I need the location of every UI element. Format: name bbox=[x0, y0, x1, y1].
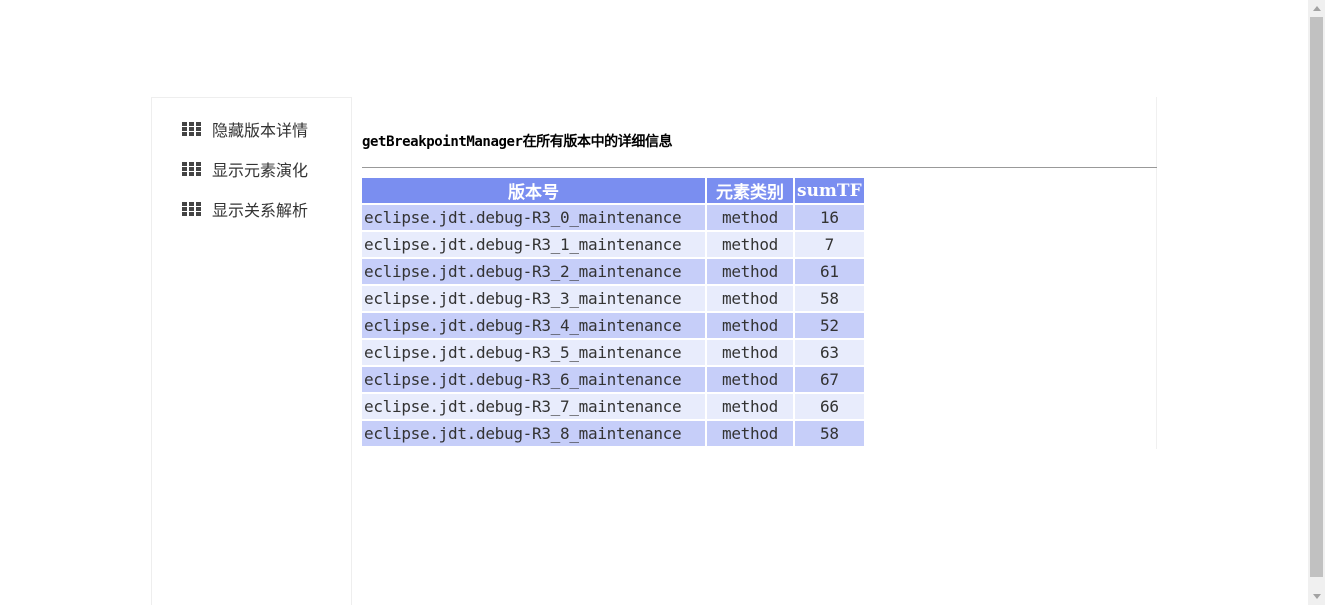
version-cell: eclipse.jdt.debug-R3_2_maintenance bbox=[362, 259, 705, 284]
table-row: eclipse.jdt.debug-R3_0_maintenance metho… bbox=[362, 205, 864, 230]
sumtf-cell: 58 bbox=[795, 421, 864, 446]
element-type-cell: method bbox=[707, 259, 793, 284]
element-type-cell: method bbox=[707, 340, 793, 365]
version-cell: eclipse.jdt.debug-R3_7_maintenance bbox=[362, 394, 705, 419]
page-title: getBreakpointManager在所有版本中的详细信息 bbox=[362, 134, 673, 150]
vertical-scrollbar[interactable] bbox=[1308, 0, 1325, 605]
menu-item-label: 显示关系解析 bbox=[212, 201, 309, 220]
divider bbox=[362, 167, 1157, 168]
element-type-cell: method bbox=[707, 205, 793, 230]
menu-item-label: 隐藏版本详情 bbox=[212, 121, 309, 140]
sumtf-cell: 58 bbox=[795, 286, 864, 311]
menu-item-show-relation-analysis[interactable]: 显示关系解析 bbox=[182, 197, 308, 221]
sumtf-cell: 67 bbox=[795, 367, 864, 392]
table-row: eclipse.jdt.debug-R3_3_maintenance metho… bbox=[362, 286, 864, 311]
grid-icon bbox=[182, 162, 201, 176]
element-type-cell: method bbox=[707, 232, 793, 257]
table-row: eclipse.jdt.debug-R3_8_maintenance metho… bbox=[362, 421, 864, 446]
table-row: eclipse.jdt.debug-R3_4_maintenance metho… bbox=[362, 313, 864, 338]
sumtf-cell: 7 bbox=[795, 232, 864, 257]
version-details-table: 版本号 元素类别 sumTF eclipse.jdt.debug-R3_0_ma… bbox=[360, 176, 866, 448]
scroll-thumb[interactable] bbox=[1310, 17, 1323, 577]
table-row: eclipse.jdt.debug-R3_6_maintenance metho… bbox=[362, 367, 864, 392]
table-header-row: 版本号 元素类别 sumTF bbox=[362, 178, 864, 203]
sumtf-cell: 16 bbox=[795, 205, 864, 230]
version-cell: eclipse.jdt.debug-R3_1_maintenance bbox=[362, 232, 705, 257]
element-type-cell: method bbox=[707, 286, 793, 311]
element-type-cell: method bbox=[707, 421, 793, 446]
sumtf-cell: 66 bbox=[795, 394, 864, 419]
menu-item-label: 显示元素演化 bbox=[212, 161, 309, 180]
table-row: eclipse.jdt.debug-R3_5_maintenance metho… bbox=[362, 340, 864, 365]
version-cell: eclipse.jdt.debug-R3_3_maintenance bbox=[362, 286, 705, 311]
scroll-down-arrow-icon[interactable] bbox=[1308, 588, 1325, 605]
sidebar: 隐藏版本详情 显示元素演化 显示关系解析 bbox=[151, 97, 352, 605]
version-cell: eclipse.jdt.debug-R3_4_maintenance bbox=[362, 313, 705, 338]
sumtf-cell: 52 bbox=[795, 313, 864, 338]
table-row: eclipse.jdt.debug-R3_2_maintenance metho… bbox=[362, 259, 864, 284]
menu-item-hide-version-details[interactable]: 隐藏版本详情 bbox=[182, 117, 308, 141]
version-cell: eclipse.jdt.debug-R3_8_maintenance bbox=[362, 421, 705, 446]
menu-item-show-element-evolution[interactable]: 显示元素演化 bbox=[182, 157, 308, 181]
column-header-version: 版本号 bbox=[362, 178, 705, 203]
page: 隐藏版本详情 显示元素演化 显示关系解析 getBreakpointManage… bbox=[0, 0, 1325, 605]
grid-icon bbox=[182, 202, 201, 216]
sumtf-cell: 63 bbox=[795, 340, 864, 365]
sumtf-cell: 61 bbox=[795, 259, 864, 284]
element-type-cell: method bbox=[707, 367, 793, 392]
element-type-cell: method bbox=[707, 313, 793, 338]
column-header-sumtf: sumTF bbox=[795, 178, 864, 203]
table-row: eclipse.jdt.debug-R3_7_maintenance metho… bbox=[362, 394, 864, 419]
element-type-cell: method bbox=[707, 394, 793, 419]
version-cell: eclipse.jdt.debug-R3_0_maintenance bbox=[362, 205, 705, 230]
version-cell: eclipse.jdt.debug-R3_6_maintenance bbox=[362, 367, 705, 392]
grid-icon bbox=[182, 122, 201, 136]
table-row: eclipse.jdt.debug-R3_1_maintenance metho… bbox=[362, 232, 864, 257]
scroll-up-arrow-icon[interactable] bbox=[1308, 0, 1325, 17]
version-cell: eclipse.jdt.debug-R3_5_maintenance bbox=[362, 340, 705, 365]
column-header-element-type: 元素类别 bbox=[707, 178, 793, 203]
main-panel: getBreakpointManager在所有版本中的详细信息 版本号 元素类别… bbox=[360, 97, 1157, 449]
